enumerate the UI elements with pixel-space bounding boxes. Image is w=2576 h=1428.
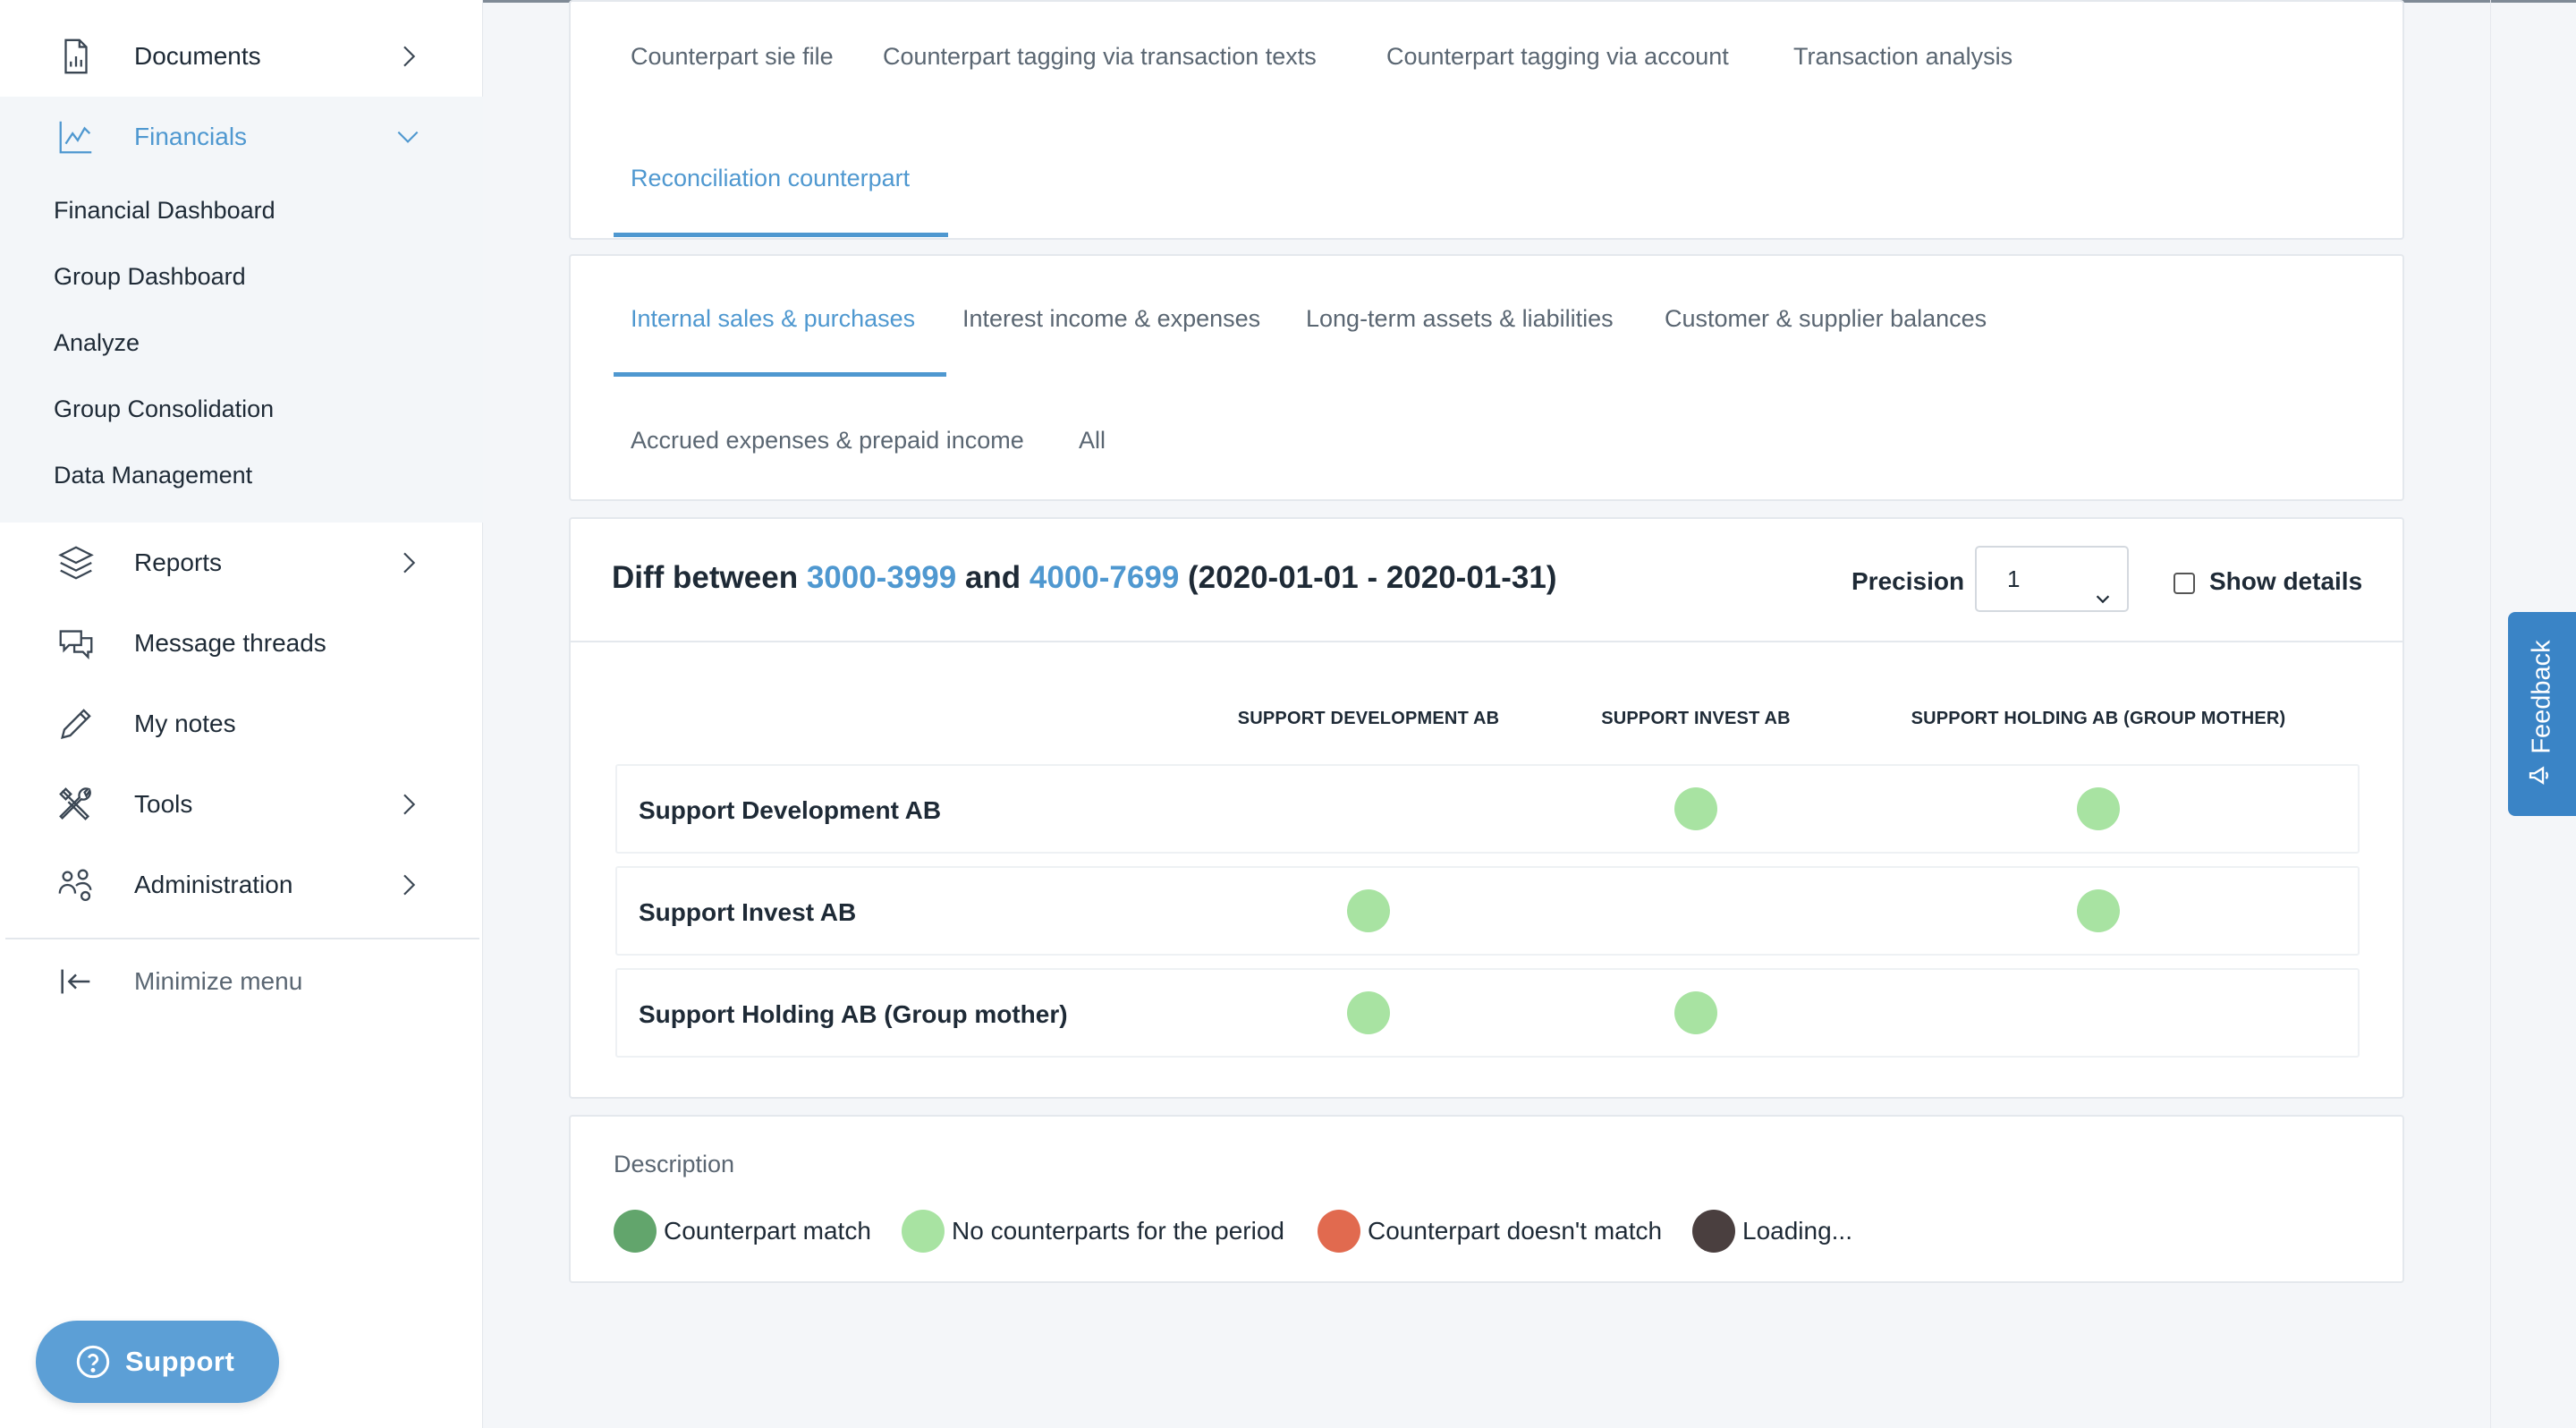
status-dot[interactable]	[1674, 787, 1717, 830]
chevron-right-icon	[394, 42, 422, 71]
show-details-label[interactable]: Show details	[2209, 567, 2362, 596]
tab-transaction-analysis[interactable]: Transaction analysis	[1793, 43, 2012, 71]
top-tabs-card	[569, 0, 2404, 240]
card-header-divider	[571, 641, 2402, 642]
line-chart-icon	[54, 115, 98, 159]
sidebar-item-tools[interactable]: Tools	[0, 764, 483, 845]
sidebar-subitem-data-management[interactable]: Data Management	[54, 462, 252, 489]
support-label: Support	[125, 1346, 235, 1377]
row-label: Support Holding AB (Group mother)	[639, 1000, 1068, 1028]
sidebar-item-label: Financials	[134, 123, 248, 150]
sidebar-item-reports[interactable]: Reports	[0, 523, 483, 603]
status-dot[interactable]	[1674, 991, 1717, 1034]
legend-dot	[1318, 1210, 1360, 1253]
sidebar-item-my-notes[interactable]: My notes	[0, 684, 483, 764]
show-details-checkbox[interactable]	[2174, 573, 2195, 594]
account-range-link-2[interactable]: 4000-7699	[1030, 560, 1179, 595]
status-dot[interactable]	[2077, 787, 2120, 830]
sidebar-item-administration[interactable]: Administration	[0, 845, 483, 925]
column-header: Support Invest AB	[1601, 709, 1791, 728]
tab-reconciliation-counterpart[interactable]: Reconciliation counterpart	[631, 165, 910, 192]
sidebar-item-documents[interactable]: Documents	[0, 16, 483, 97]
legend-item: Counterpart doesn't match	[1318, 1210, 1662, 1253]
tab-long-term-assets-liabilities[interactable]: Long-term assets & liabilities	[1306, 305, 1614, 333]
chevron-down-icon	[394, 123, 422, 151]
legend-label: Counterpart doesn't match	[1368, 1217, 1663, 1245]
feedback-label: Feedback	[2527, 640, 2556, 754]
sidebar-subitem-financial-dashboard[interactable]: Financial Dashboard	[54, 197, 275, 225]
pencil-icon	[54, 701, 98, 746]
precision-label: Precision	[1852, 567, 1965, 595]
chevron-right-icon	[394, 548, 422, 577]
tab-all[interactable]: All	[1079, 427, 1106, 455]
megaphone-icon	[2528, 763, 2557, 788]
legend-label: Loading...	[1742, 1217, 1852, 1245]
tab-interest-income-expenses[interactable]: Interest income & expenses	[962, 305, 1260, 333]
sidebar-item-label: Reports	[134, 548, 223, 576]
active-subtab-indicator	[614, 372, 946, 377]
financials-group: Financials Financial Dashboard Group Das…	[0, 97, 483, 523]
support-button[interactable]: Support	[36, 1321, 279, 1403]
legend-item: Counterpart match	[614, 1210, 871, 1253]
legend-item: Loading...	[1692, 1210, 1852, 1253]
description-card	[569, 1115, 2404, 1283]
legend-label: Counterpart match	[664, 1217, 871, 1245]
diff-title-prefix: Diff between	[612, 560, 799, 595]
sidebar-item-financials[interactable]: Financials	[0, 97, 483, 177]
chat-bubbles-icon	[54, 621, 98, 666]
tab-counterpart-tagging-account[interactable]: Counterpart tagging via account	[1386, 43, 1729, 71]
tab-internal-sales-purchases[interactable]: Internal sales & purchases	[631, 305, 915, 333]
minimize-menu-button[interactable]: Minimize menu	[0, 941, 483, 1022]
sidebar-item-message-threads[interactable]: Message threads	[0, 603, 483, 684]
column-header: Support Holding AB (Group mother)	[1911, 709, 2286, 728]
tab-counterpart-sie-file[interactable]: Counterpart sie file	[631, 43, 834, 71]
legend-item: No counterparts for the period	[902, 1210, 1284, 1253]
diff-title-conj: and	[964, 560, 1021, 595]
legend-dot	[1692, 1210, 1735, 1253]
status-dot[interactable]	[1347, 991, 1390, 1034]
sidebar-item-label: Administration	[134, 871, 293, 898]
content-right-border	[2490, 0, 2491, 1428]
legend-label: No counterparts for the period	[952, 1217, 1284, 1245]
matrix-row: Support Holding AB (Group mother)	[615, 968, 2360, 1058]
tab-customer-supplier-balances[interactable]: Customer & supplier balances	[1665, 305, 1987, 333]
layers-icon	[54, 540, 98, 585]
sidebar-item-label: My notes	[134, 710, 236, 737]
chevron-right-icon	[394, 790, 422, 819]
diff-period: (2020-01-01 - 2020-01-31)	[1188, 560, 1557, 595]
tab-accrued-expenses-prepaid-income[interactable]: Accrued expenses & prepaid income	[631, 427, 1024, 455]
row-label: Support Invest AB	[639, 898, 857, 926]
tab-counterpart-tagging-transaction-texts[interactable]: Counterpart tagging via transaction text…	[883, 43, 1317, 71]
column-header: Support Development AB	[1237, 709, 1500, 728]
sub-tabs-card	[569, 254, 2404, 501]
active-tab-indicator	[614, 233, 948, 237]
feedback-tab[interactable]: Feedback	[2508, 612, 2576, 816]
sidebar-subitem-analyze[interactable]: Analyze	[54, 329, 140, 357]
precision-select[interactable]: 1	[1975, 546, 2129, 612]
row-label: Support Development AB	[639, 796, 942, 824]
question-circle-icon	[75, 1344, 111, 1380]
status-dot[interactable]	[1347, 889, 1390, 932]
diff-title: Diff between 3000-3999 and 4000-7699 (20…	[612, 560, 1557, 596]
sidebar-subitem-group-dashboard[interactable]: Group Dashboard	[54, 263, 246, 291]
tools-icon	[54, 782, 98, 827]
precision-value: 1	[2007, 565, 2021, 592]
sidebar-subitem-group-consolidation[interactable]: Group Consolidation	[54, 395, 274, 423]
legend-dot	[614, 1210, 657, 1253]
status-dot[interactable]	[2077, 889, 2120, 932]
sidebar-item-label: Message threads	[134, 629, 326, 657]
users-gear-icon	[54, 863, 98, 907]
legend-dot	[902, 1210, 945, 1253]
description-title: Description	[614, 1151, 735, 1177]
sidebar-item-label: Documents	[134, 42, 261, 70]
chevron-right-icon	[394, 871, 422, 899]
document-chart-icon	[54, 34, 98, 79]
chevron-down-icon	[2093, 569, 2113, 604]
collapse-left-icon	[54, 959, 98, 1004]
account-range-link-1[interactable]: 3000-3999	[807, 560, 956, 595]
sidebar-item-label: Minimize menu	[134, 967, 303, 995]
sidebar: Documents Financials Financial Dashboard…	[0, 0, 483, 1428]
sidebar-item-label: Tools	[134, 790, 193, 818]
sidebar-divider	[5, 938, 479, 939]
